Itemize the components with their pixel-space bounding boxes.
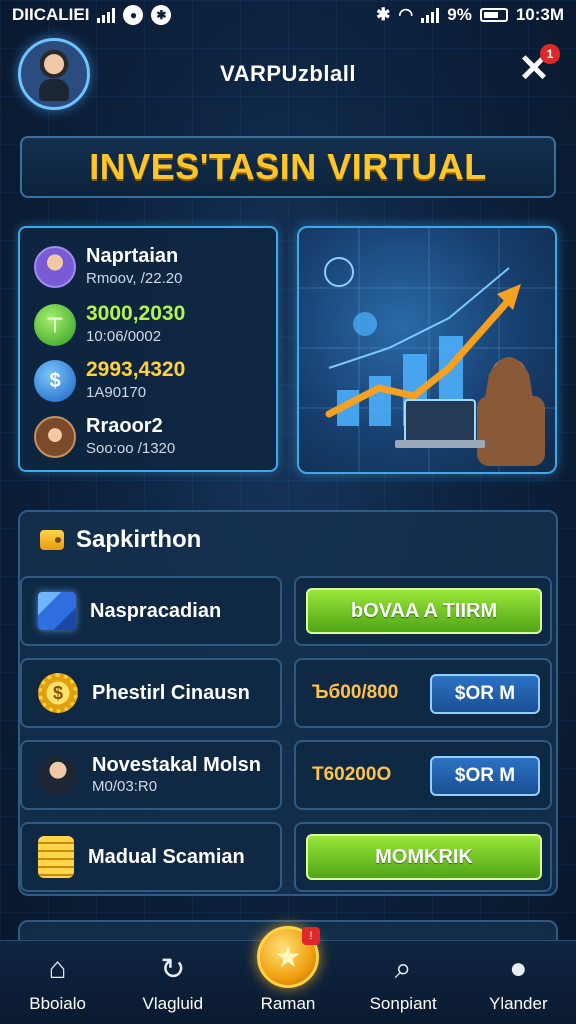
option-sub: M0/03:R0: [92, 778, 158, 795]
secondary-action-button[interactable]: $OR M: [430, 674, 540, 714]
stat-value: 2993,4320: [86, 358, 186, 381]
avatar-suit: [39, 79, 69, 101]
woman-avatar-icon: [34, 416, 76, 458]
gold-coins-icon: [38, 836, 74, 878]
stat-name: Naprtaian: [86, 245, 179, 267]
nav-label: Vlagluid: [142, 994, 204, 1013]
page-banner: INVES'TASIN VIRTUAL: [20, 136, 556, 198]
investment-panel: Sapkirthon Naspracadian bOVAA A TIIRM $ …: [18, 510, 558, 896]
hijab: [485, 357, 533, 398]
option-action: Ъб00/800 $OR M: [294, 658, 552, 728]
option-amount: Ъб00/800: [312, 682, 399, 703]
primary-action-button[interactable]: MOMKRIK: [306, 834, 542, 880]
investment-option[interactable]: $ Phestirl Cinausn: [20, 658, 282, 728]
panel-header: Sapkirthon: [40, 526, 201, 554]
secondary-action-button[interactable]: $OR M: [430, 756, 540, 796]
laptop-screen: [404, 399, 476, 443]
option-action: MOMKRIK: [294, 822, 552, 892]
option-label: Naspracadian: [90, 600, 222, 622]
stat-row[interactable]: $ 2993,4320 1A90170: [34, 358, 185, 404]
investment-option[interactable]: Naspracadian: [20, 576, 282, 646]
search-icon: ⌕: [394, 952, 412, 985]
app-notification-icon: ✱: [151, 5, 172, 25]
stat-sub: Soo:oo /1320: [86, 440, 176, 457]
carrier-name: DIICALIEI: [12, 5, 90, 24]
stat-row[interactable]: Naprtaian Rmoov, /22.20: [34, 244, 182, 290]
growth-chart-illustration: [299, 228, 555, 472]
bluetooth-icon: ✱: [376, 5, 391, 24]
nav-item-refresh[interactable]: ↻ Vlagluid: [118, 950, 228, 1014]
option-action: bOVAA A TIIRM: [294, 576, 552, 646]
cube-icon: [38, 592, 76, 630]
crown-coin-icon: ★!: [256, 926, 320, 988]
battery-percent: 9%: [447, 5, 472, 24]
nav-label: Ylander: [489, 994, 548, 1013]
stat-sub: 1A90170: [86, 384, 147, 401]
app-title: VARPUzblall: [220, 61, 356, 86]
wifi-icon: ◠: [398, 5, 414, 24]
signal-icon: [97, 7, 116, 23]
center-badge: !: [301, 927, 320, 945]
panel-title: Sapkirthon: [76, 526, 202, 553]
cell-signal-icon: [421, 7, 440, 23]
refresh-icon: ↻: [160, 952, 186, 986]
nav-item-center[interactable]: ★! Raman: [233, 926, 343, 1014]
chart-bar: [369, 376, 391, 426]
nav-item-search[interactable]: ⌕ Sonpiant: [348, 950, 458, 1014]
stats-card: Naprtaian Rmoov, /22.20 ⊤ 3000,2030 10:0…: [18, 226, 278, 472]
dollar-node-icon: [324, 257, 354, 287]
stat-name: Rraoor2: [86, 415, 163, 437]
stat-sub: 10:06/0002: [86, 328, 162, 345]
pin-node-icon: [353, 312, 377, 336]
option-amount: Т60200O: [312, 764, 392, 785]
stat-value: 3000,2030: [86, 302, 186, 325]
nav-label: Sonpiant: [369, 994, 437, 1013]
green-coin-icon: ⊤: [34, 304, 76, 346]
person-avatar-icon: [34, 246, 76, 288]
status-left: DIICALIEI ● ✱: [12, 5, 172, 25]
app-header: VARPUzblall ✕ 1: [0, 36, 576, 112]
businessman-icon: [38, 755, 78, 795]
clock: 10:3M: [515, 5, 564, 24]
status-bar: DIICALIEI ● ✱ ✱ ◠ 9% 10:3M: [0, 0, 576, 30]
dollar-coin-icon: $: [34, 360, 76, 402]
option-action: Т60200O $OR M: [294, 740, 552, 810]
nav-item-home[interactable]: ⌂ Bboialo: [3, 950, 113, 1014]
stat-sub: Rmoov, /22.20: [86, 270, 183, 287]
nav-label: Bboialo: [29, 994, 86, 1013]
nav-item-profile[interactable]: ● Ylander: [463, 950, 573, 1014]
stat-row[interactable]: ⊤ 3000,2030 10:06/0002: [34, 302, 185, 348]
stat-row[interactable]: Rraoor2 Soo:oo /1320: [34, 414, 175, 460]
bottom-nav: ⌂ Bboialo ↻ Vlagluid ★! Raman ⌕ Sonpiant…: [0, 926, 576, 1024]
close-button[interactable]: ✕ 1: [516, 44, 560, 88]
record-icon: ●: [123, 5, 144, 25]
notification-badge: 1: [540, 44, 560, 64]
nav-label: Raman: [260, 994, 316, 1013]
investment-option[interactable]: Madual Scamian: [20, 822, 282, 892]
investment-option[interactable]: Novestakal Molsn M0/03:R0: [20, 740, 282, 810]
investment-illustration: [297, 226, 557, 474]
status-right: ✱ ◠ 9% 10:3M: [376, 5, 564, 25]
profile-icon: ●: [509, 952, 528, 985]
option-label: Madual Scamian: [88, 846, 245, 868]
wallet-icon: [40, 530, 64, 550]
option-label: Novestakal Molsn: [92, 754, 261, 776]
laptop-base: [395, 440, 485, 448]
battery-icon: [479, 8, 508, 22]
gear-coin-icon: $: [38, 673, 78, 713]
user-avatar[interactable]: [18, 38, 90, 110]
primary-action-button[interactable]: bOVAA A TIIRM: [306, 588, 542, 634]
woman-body: [477, 396, 545, 466]
home-icon: ⌂: [48, 952, 67, 985]
option-label: Phestirl Cinausn: [92, 682, 250, 704]
